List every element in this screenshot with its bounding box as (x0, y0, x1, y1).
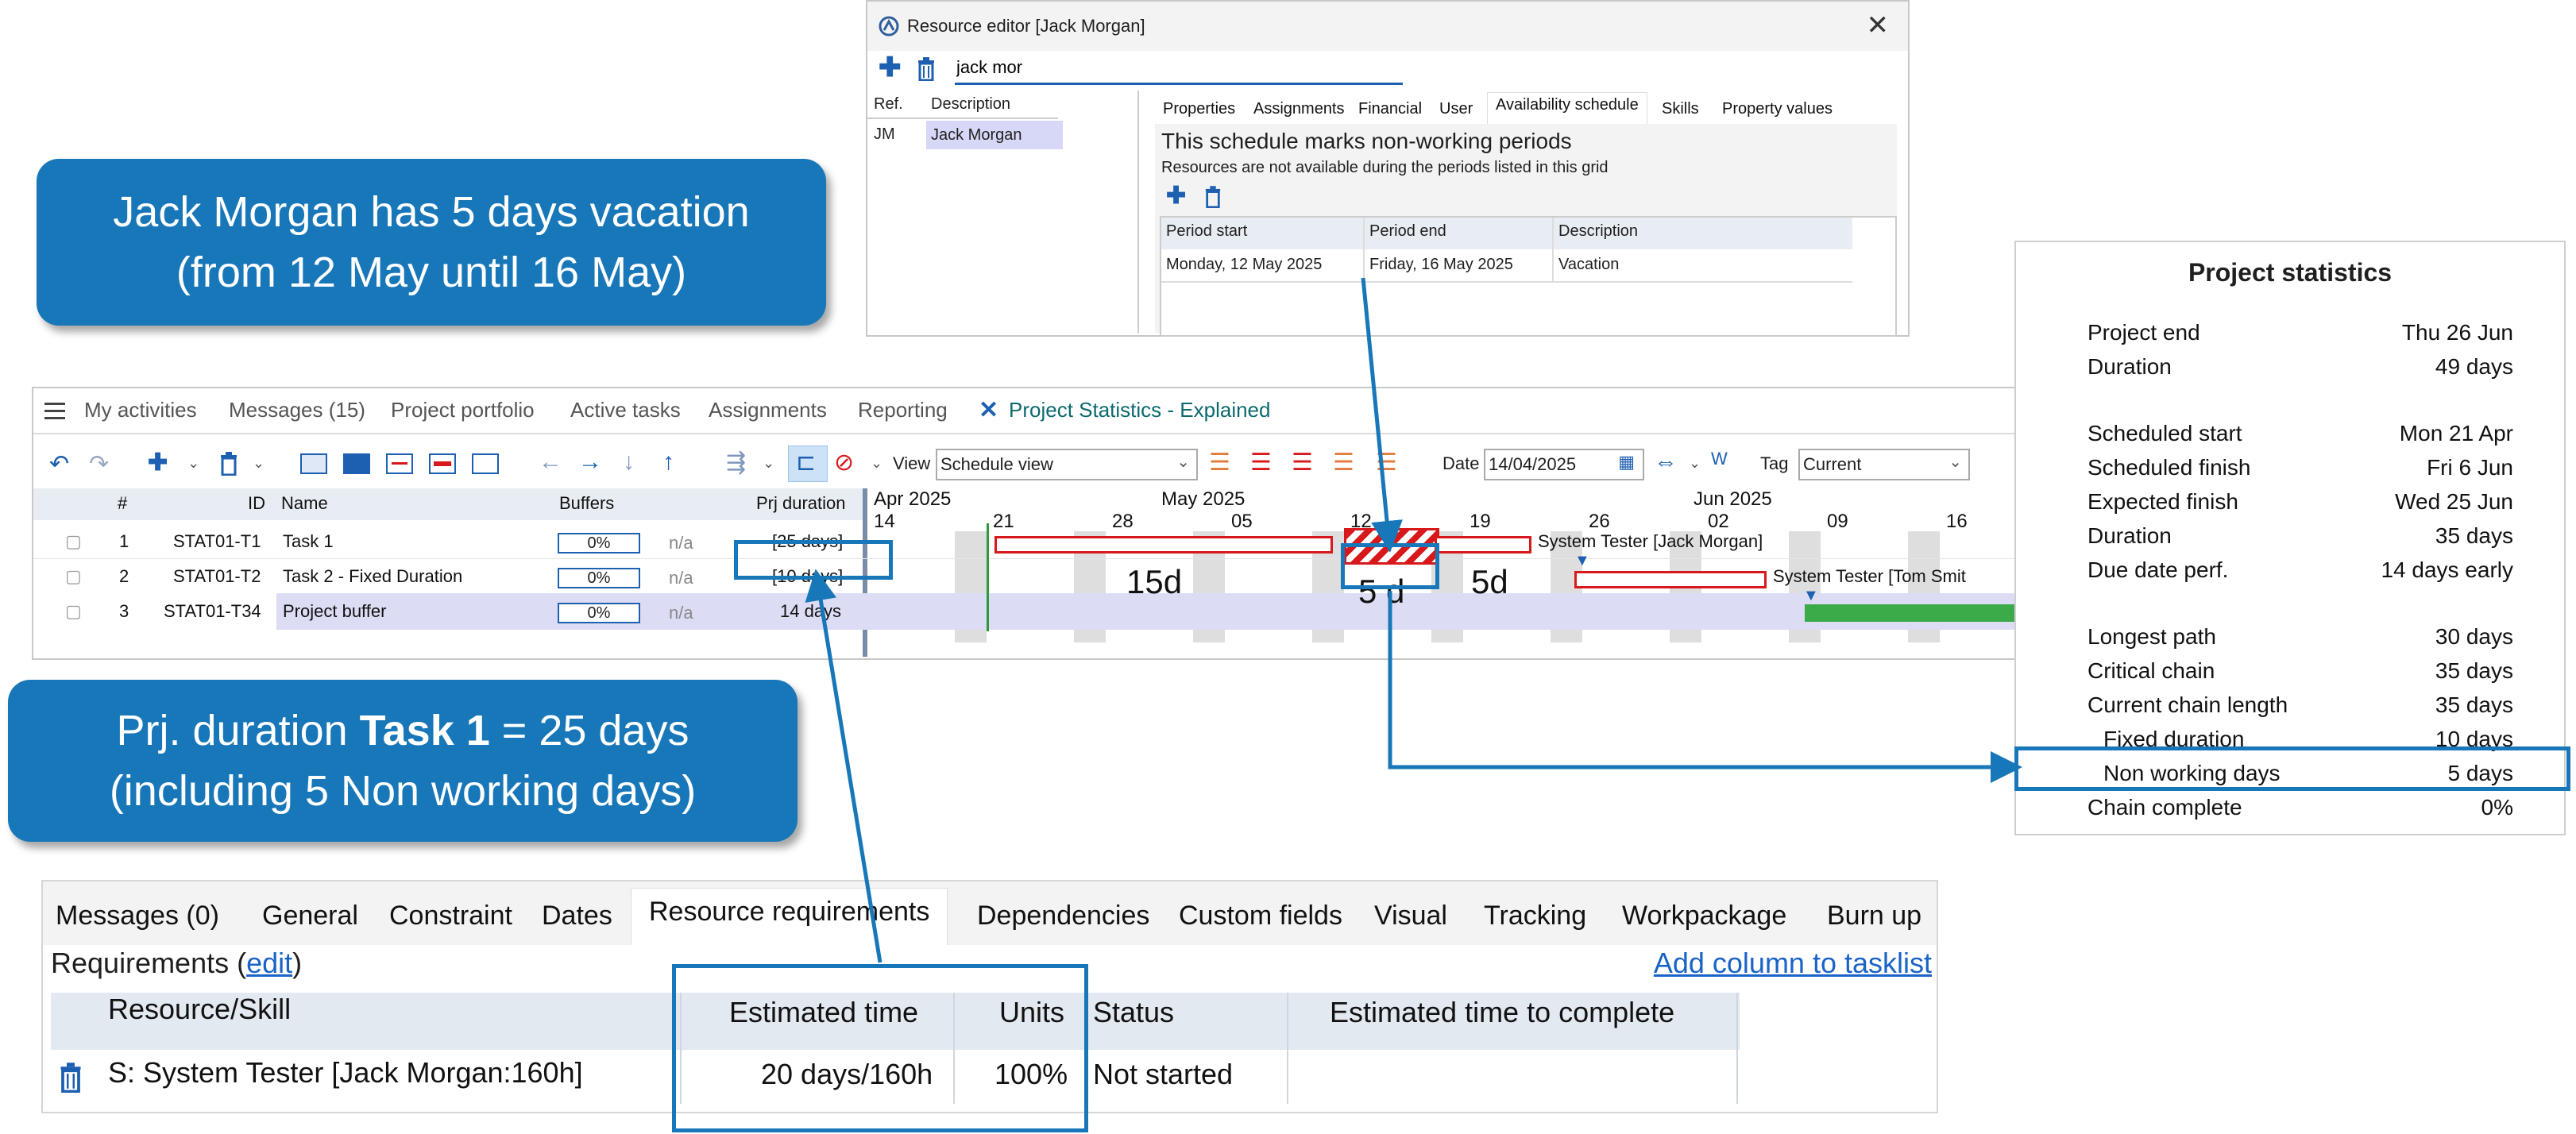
connector-arrows (805, 277, 2022, 963)
